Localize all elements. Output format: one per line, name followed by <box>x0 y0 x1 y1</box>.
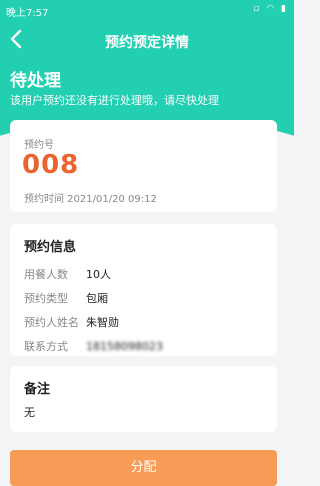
status-icons: ▫ ◠ ▮ <box>253 4 288 14</box>
assign-button[interactable]: 分配 <box>10 450 277 486</box>
info-value: 10人 <box>86 268 111 281</box>
nav-bar: 预约预定详情 <box>0 22 294 60</box>
info-key: 预约类型 <box>24 292 68 305</box>
contact-value: 18158098023 <box>86 340 163 353</box>
info-value: 包厢 <box>86 292 108 305</box>
info-row-party-size: 用餐人数 10人 <box>24 266 111 282</box>
booking-number: 008 <box>22 150 80 180</box>
info-key: 联系方式 <box>24 340 68 353</box>
info-key: 预约人姓名 <box>24 316 79 329</box>
info-row-contact: 联系方式 18158098023 <box>24 338 163 354</box>
page-title: 预约预定详情 <box>105 35 189 51</box>
booking-info-card: 预约信息 用餐人数 10人 预约类型 包厢 预约人姓名 朱智勋 联系方式 1815809… <box>10 224 277 356</box>
booking-number-label: 预约号 <box>24 140 54 151</box>
info-key: 用餐人数 <box>24 268 68 281</box>
status-bar: 晚上7:57 ▫ ◠ ▮ <box>0 0 294 20</box>
status-title: 待处理 <box>10 71 61 91</box>
status-time: 晚上7:57 <box>6 8 49 19</box>
info-row-name: 预约人姓名 朱智勋 <box>24 314 119 330</box>
booking-time: 预约时间 2021/01/20 09:12 <box>24 194 157 205</box>
remark-text: 无 <box>24 406 35 419</box>
info-value: 朱智勋 <box>86 316 119 329</box>
info-title: 预约信息 <box>24 240 77 255</box>
status-description: 该用户预约还没有进行处理哦，请尽快处理 <box>10 94 219 107</box>
remark-title: 备注 <box>24 382 51 397</box>
booking-card: 预约号 008 预约时间 2021/01/20 09:12 <box>10 120 277 212</box>
remark-card: 备注 无 <box>10 366 277 432</box>
info-row-type: 预约类型 包厢 <box>24 290 108 306</box>
